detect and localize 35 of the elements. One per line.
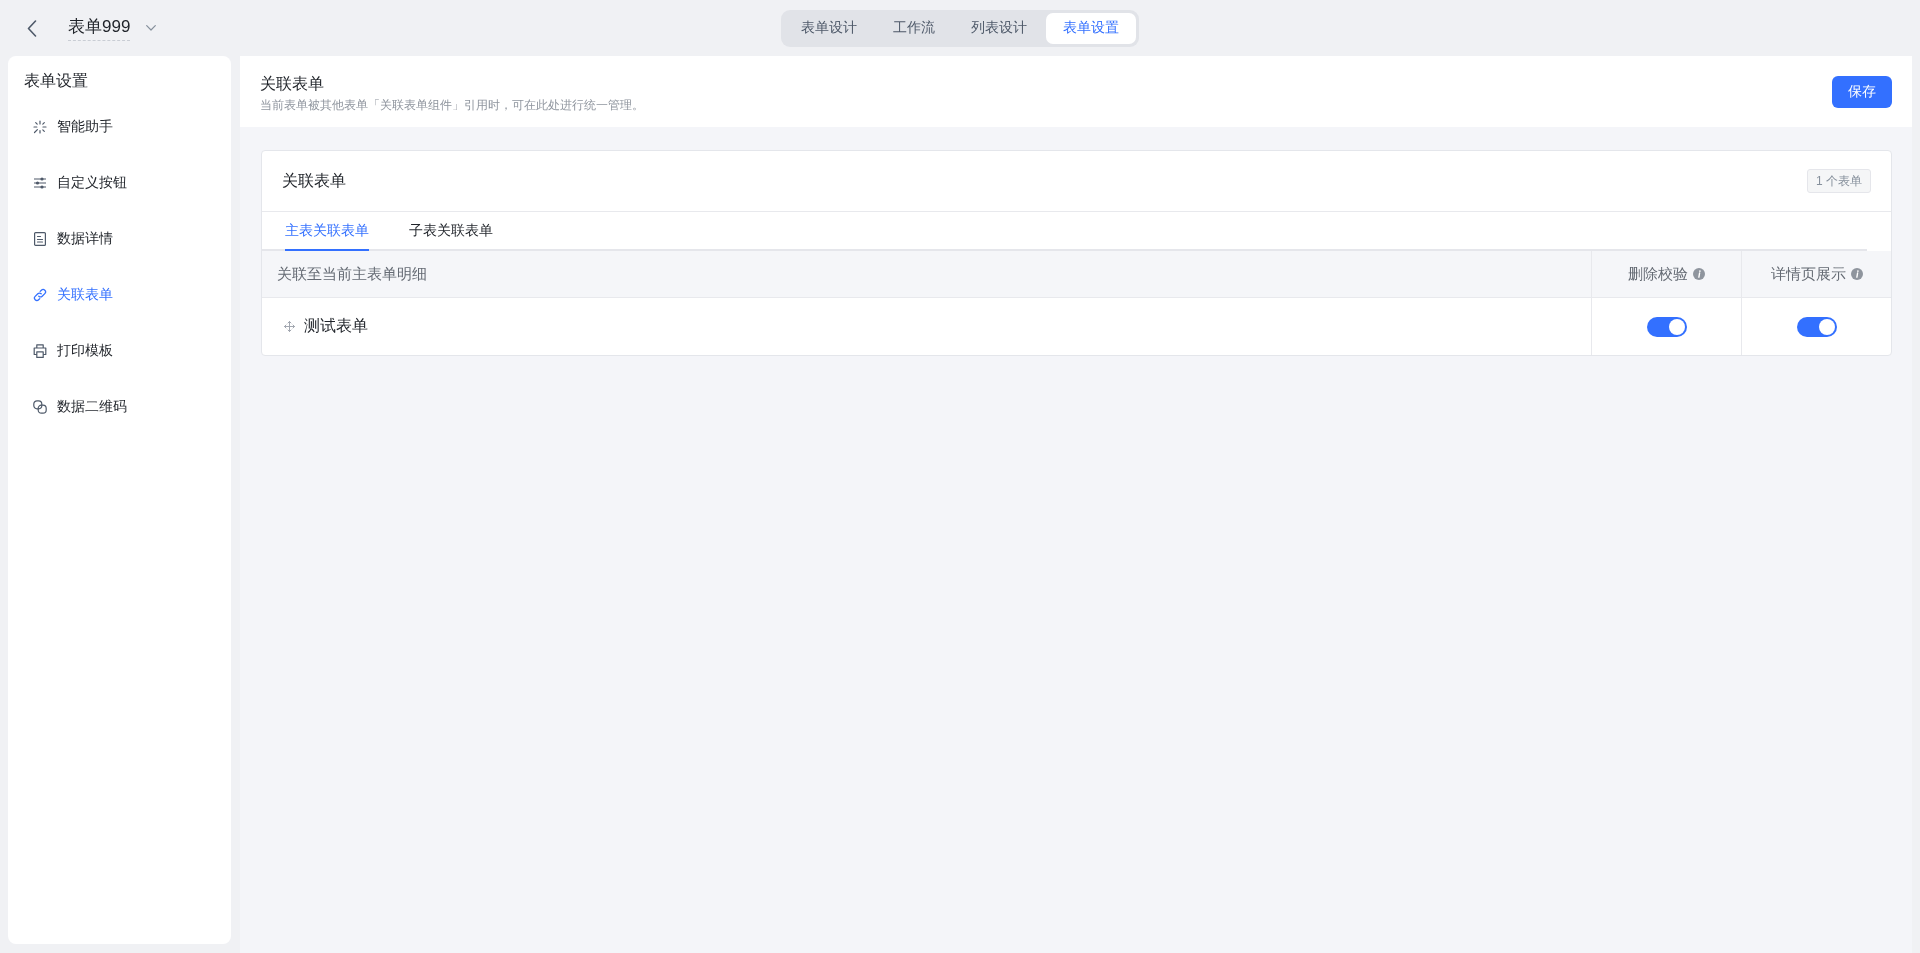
tab[interactable]: 工作流 [876,12,952,44]
linked-rings-icon [33,400,47,414]
page-title: 关联表单 [260,74,325,94]
count-badge: 1 个表单 [1807,169,1871,193]
sidebar-item[interactable]: 智能助手 [8,99,231,155]
info-icon[interactable] [1693,268,1705,280]
tab[interactable]: 表单设计 [784,12,874,44]
column-header: 详情页展示 [1770,264,1846,284]
save-button[interactable]: 保存 [1832,75,1892,108]
form-title[interactable]: 表单999 [68,15,131,41]
link-icon [33,288,47,302]
tab[interactable]: 表单设置 [1046,12,1136,44]
info-icon[interactable] [1850,268,1863,280]
tab[interactable]: 子表关联表单 [409,212,493,251]
toggle-switch[interactable] [1796,316,1837,337]
sliders-icon [33,176,47,190]
card-title: 关联表单 [282,170,346,191]
sidebar-item[interactable]: 自定义按钮 [8,155,231,211]
sidebar-item[interactable]: 数据二维码 [8,379,231,435]
tab[interactable]: 列表设计 [954,12,1044,44]
caret-icon[interactable] [146,25,157,31]
toggle-switch[interactable] [1646,316,1687,337]
sidebar-item[interactable]: 关联表单 [8,267,231,323]
document-icon [33,232,47,246]
table-cell-text: 测试表单 [304,316,368,336]
move-icon[interactable] [284,321,295,332]
sidebar-title: 表单设置 [23,71,89,91]
sparkle-icon [33,120,47,134]
sidebar-item[interactable]: 数据详情 [8,211,231,267]
chevron-left-icon[interactable] [27,19,37,37]
sidebar-item[interactable]: 打印模板 [8,323,231,379]
page-description: 当前表单被其他表单「关联表单组件」引用时，可在此处进行统一管理。 [260,97,644,114]
printer-icon [33,344,47,358]
column-header: 删除校验 [1628,264,1688,284]
column-header: 关联至当前主表单明细 [277,264,427,284]
